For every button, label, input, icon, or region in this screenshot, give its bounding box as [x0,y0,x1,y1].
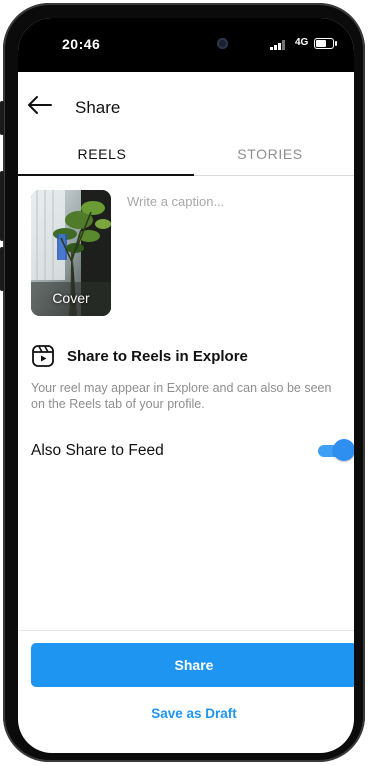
page-title: Share [75,98,121,117]
front-camera-icon [217,38,228,49]
side-button [0,171,4,241]
share-to-explore-row: Share to Reels in Explore [31,344,351,370]
side-button [0,101,4,135]
share-to-explore-label: Share to Reels in Explore [67,348,248,365]
signal-icon [270,40,290,50]
side-button [0,247,4,291]
tab-stories[interactable]: STORIES [186,142,354,176]
header: Share [18,72,354,142]
cover-thumbnail[interactable]: Cover [31,190,111,316]
caption-input[interactable]: Write a caption... [127,194,224,209]
cover-label: Cover [52,290,90,306]
bottom-divider [18,630,354,631]
status-bar: 20:46 4G [18,18,354,72]
share-button[interactable]: Share [31,643,354,687]
arrow-left-icon[interactable] [26,94,52,116]
toggle-knob [333,439,354,461]
status-time: 20:46 [62,36,101,52]
phone-frame: 20:46 4G Share REELS STORIES Cover Write… [0,3,365,762]
share-to-feed-toggle[interactable] [318,439,354,461]
tab-bar: REELS STORIES [18,142,354,176]
tab-reels[interactable]: REELS [18,142,186,176]
share-to-explore-description: Your reel may appear in Explore and can … [31,381,332,411]
share-to-feed-label: Also Share to Feed [31,442,164,459]
network-type: 4G [295,37,309,48]
reels-icon [32,345,54,367]
tab-active-indicator [18,174,194,176]
battery-icon [314,38,337,49]
screen: 20:46 4G Share REELS STORIES Cover Write… [18,18,354,753]
save-as-draft-button[interactable]: Save as Draft [31,706,354,721]
